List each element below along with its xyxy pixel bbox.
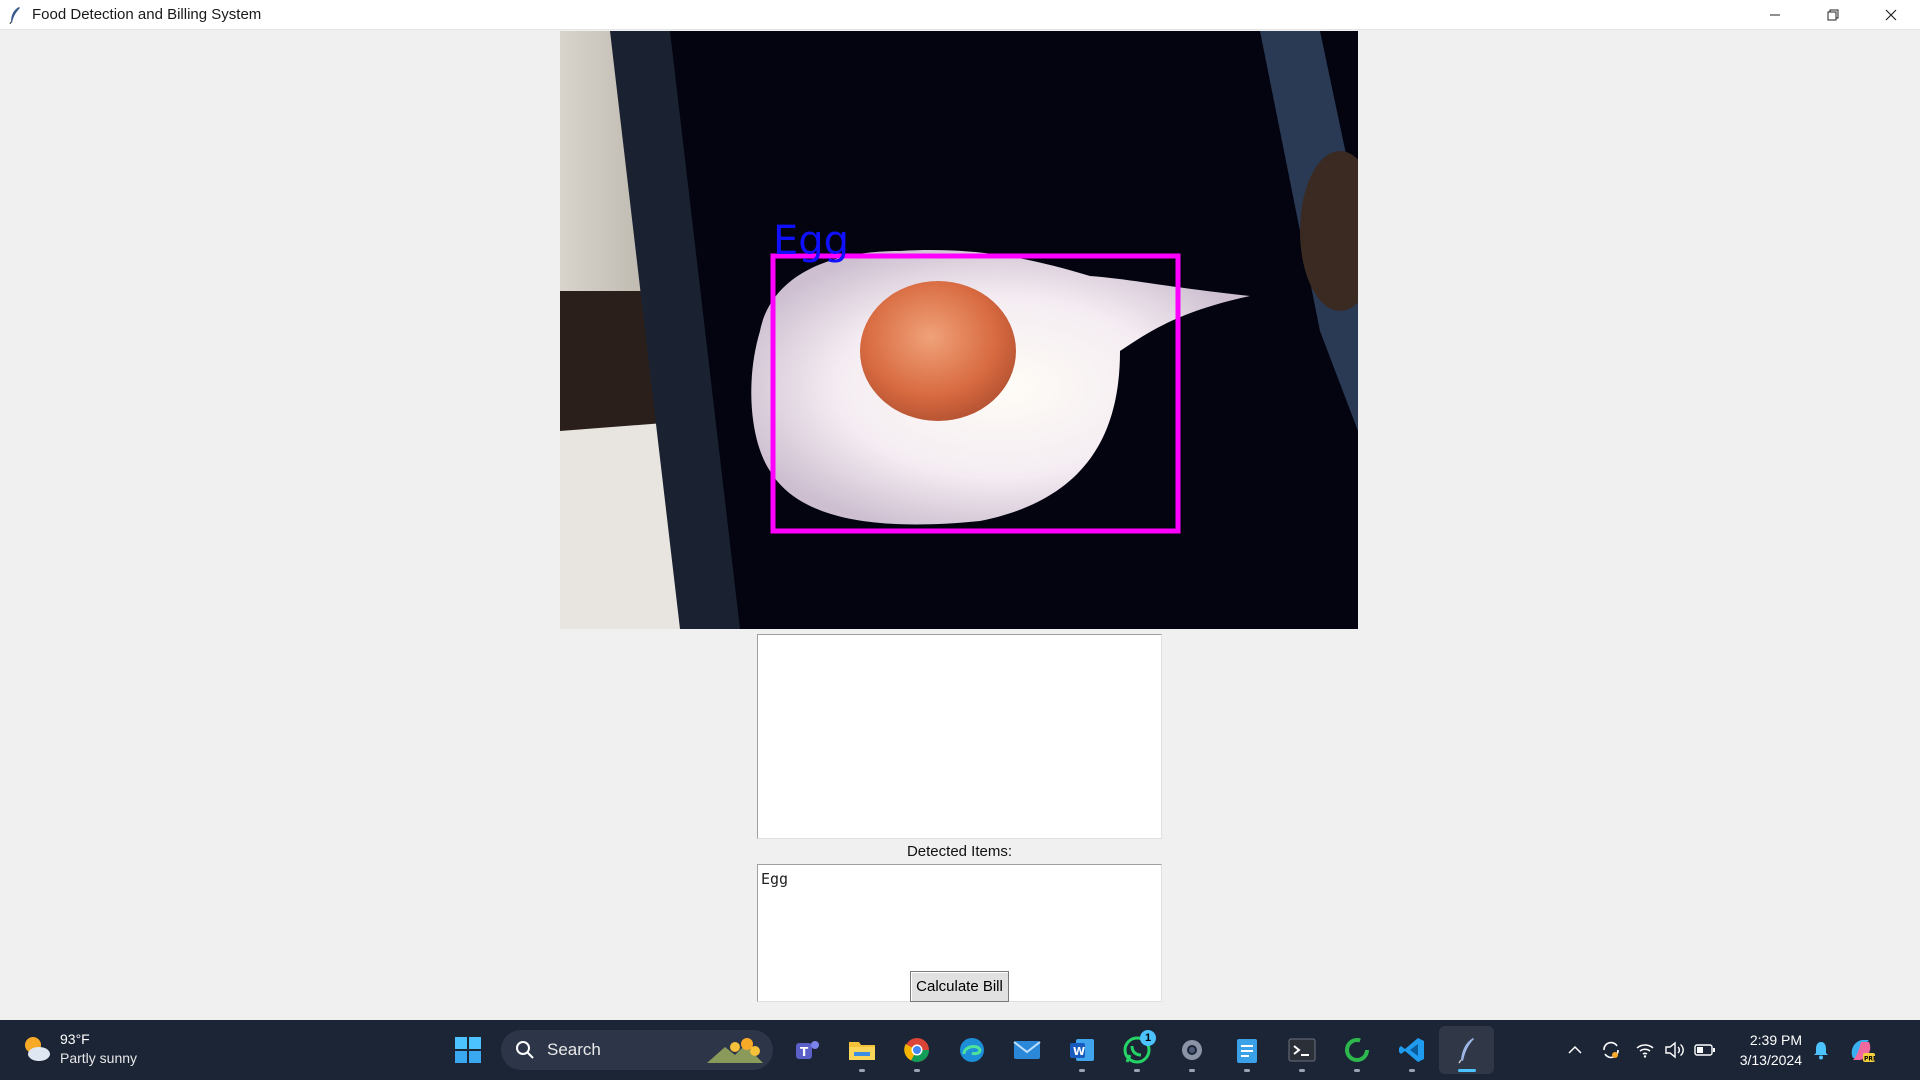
volume-icon [1665, 1041, 1684, 1059]
copilot-icon: PRE [1851, 1040, 1875, 1063]
taskbar-clock[interactable]: 2:39 PM 3/13/2024 [1730, 1030, 1802, 1070]
weather-widget[interactable]: 93°F Partly sunny [20, 1030, 137, 1068]
taskbar-chrome[interactable] [889, 1026, 944, 1074]
battery-tray[interactable] [1690, 1035, 1720, 1065]
restore-icon [1827, 9, 1839, 21]
window-title: Food Detection and Billing System [32, 6, 262, 23]
taskbar-terminal[interactable] [1274, 1026, 1329, 1074]
notepad-icon [1236, 1039, 1257, 1063]
copilot-tray[interactable]: PRE [1846, 1035, 1876, 1065]
chrome-icon [903, 1038, 929, 1063]
taskbar-apps: Search T W 1 [440, 1026, 1494, 1074]
taskbar-whatsapp[interactable]: 1 [1109, 1026, 1164, 1074]
start-button[interactable] [440, 1026, 495, 1074]
taskbar-file-explorer[interactable] [834, 1026, 889, 1074]
taskbar-search[interactable]: Search [501, 1030, 773, 1070]
calculate-bill-button[interactable]: Calculate Bill [910, 971, 1009, 1002]
loading-icon [1344, 1038, 1369, 1062]
minimize-icon [1770, 14, 1780, 16]
taskbar-mail[interactable] [999, 1026, 1054, 1074]
taskbar-settings[interactable] [1164, 1026, 1219, 1074]
taskbar: 93°F Partly sunny Search T W 1 2:39 PM 3… [0, 1020, 1920, 1080]
detected-items-value: Egg [761, 870, 789, 888]
wifi-tray[interactable] [1630, 1035, 1660, 1065]
taskbar-vscode[interactable] [1384, 1026, 1439, 1074]
teams-icon: T [795, 1041, 819, 1059]
taskbar-loading-app[interactable] [1329, 1026, 1384, 1074]
system-tray: 2:39 PM 3/13/2024 PRE [1560, 1020, 1876, 1080]
sync-tray[interactable] [1596, 1035, 1626, 1065]
chevron-up-icon [1568, 1045, 1582, 1054]
svg-text:T: T [800, 1045, 809, 1059]
clock-time: 2:39 PM [1749, 1032, 1802, 1048]
main-window: Egg Detected Items: Egg Calculate Bill [0, 31, 1920, 1019]
vscode-icon [1398, 1038, 1424, 1062]
word-icon: W [1069, 1039, 1094, 1061]
partly-sunny-icon [25, 1037, 50, 1061]
wifi-icon [1636, 1044, 1654, 1058]
weather-condition: Partly sunny [60, 1050, 138, 1066]
detection-label: Egg [773, 218, 849, 264]
camera-frame: Egg [560, 31, 1358, 629]
whatsapp-notification-badge: 1 [1140, 1030, 1156, 1046]
show-hidden-icons[interactable] [1560, 1035, 1590, 1065]
windows-start-icon [454, 1037, 481, 1063]
close-button[interactable] [1862, 0, 1920, 30]
sync-icon [1603, 1041, 1619, 1059]
feather-icon [8, 6, 22, 24]
taskbar-edge[interactable] [944, 1026, 999, 1074]
search-icon [516, 1041, 534, 1059]
taskbar-notepad[interactable] [1219, 1026, 1274, 1074]
battery-icon [1694, 1044, 1715, 1056]
window-titlebar: Food Detection and Billing System [0, 0, 1920, 30]
clock-date: 3/13/2024 [1739, 1052, 1802, 1068]
window-controls [1746, 0, 1920, 30]
terminal-icon [1288, 1038, 1315, 1062]
weather-temp: 93°F [60, 1031, 90, 1047]
egg-yolk [860, 281, 1016, 421]
tkinter-feather-icon [1457, 1038, 1474, 1064]
taskbar-tkinter-app[interactable] [1439, 1026, 1494, 1074]
mail-icon [1012, 1041, 1041, 1059]
bill-output-textbox[interactable] [757, 634, 1162, 839]
file-explorer-icon [848, 1042, 875, 1060]
search-highlight-icon [707, 1038, 763, 1063]
bell-icon [1814, 1042, 1828, 1060]
edge-icon [959, 1038, 984, 1062]
svg-text:PRE: PRE [1864, 1056, 1875, 1063]
volume-tray[interactable] [1660, 1035, 1690, 1065]
svg-text:W: W [1073, 1045, 1085, 1058]
restore-button[interactable] [1804, 0, 1862, 30]
taskbar-teams[interactable]: T [779, 1026, 834, 1074]
taskbar-word[interactable]: W [1054, 1026, 1109, 1074]
minimize-button[interactable] [1746, 0, 1804, 30]
settings-icon [1181, 1040, 1202, 1060]
camera-feed: Egg [560, 31, 1358, 629]
search-placeholder: Search [547, 1040, 601, 1059]
detected-items-label: Detected Items: [906, 843, 1013, 860]
notifications-tray[interactable] [1806, 1035, 1836, 1065]
close-icon [1885, 9, 1897, 21]
